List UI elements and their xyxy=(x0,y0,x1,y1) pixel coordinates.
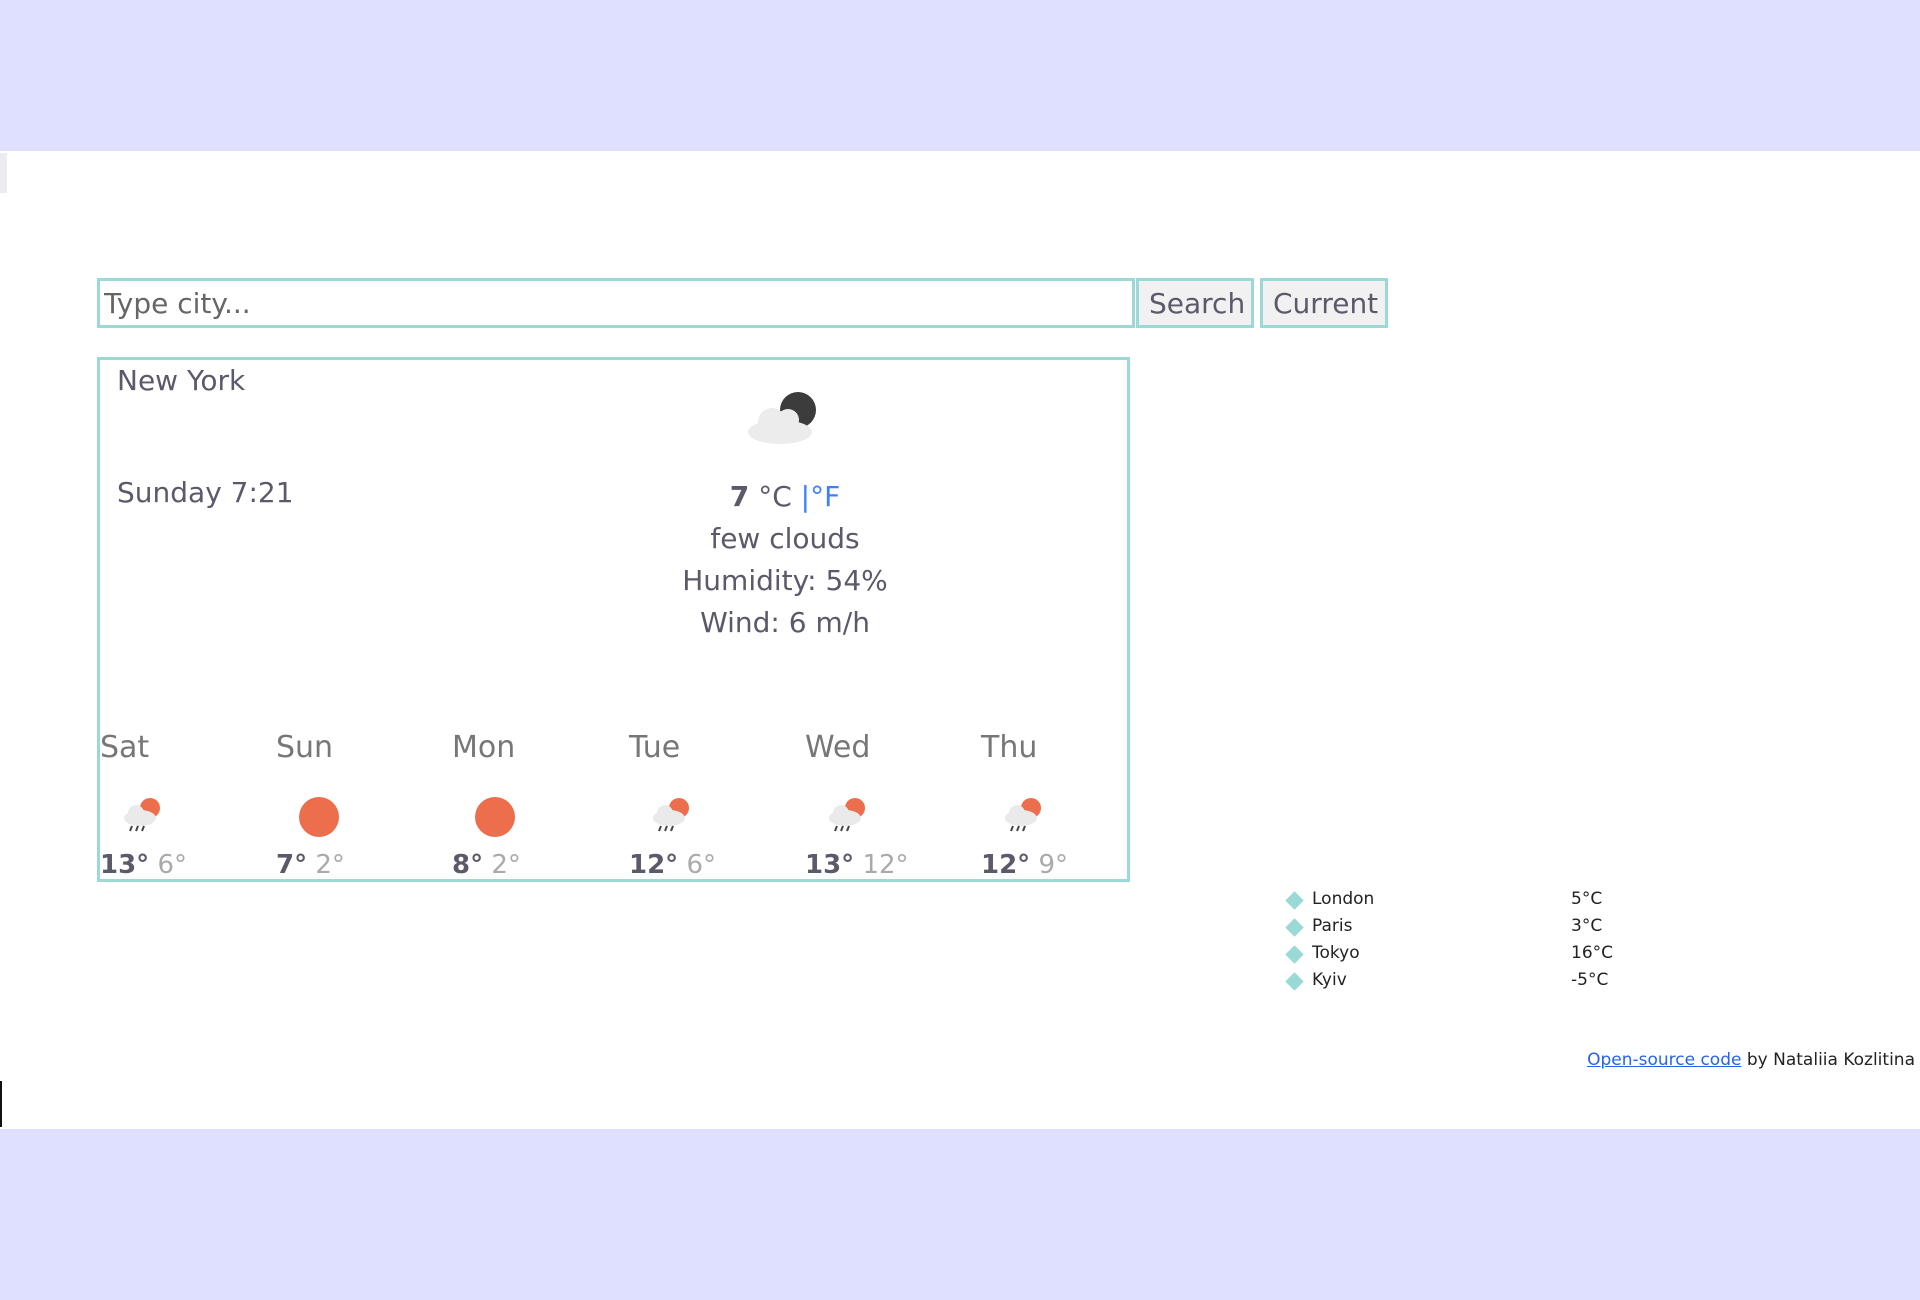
current-temperature: 7 xyxy=(729,480,750,513)
forecast-day-name: Mon xyxy=(452,730,516,765)
city-list-item[interactable]: Paris 3°C xyxy=(1285,916,1635,943)
forecast-temps: 8° 2° xyxy=(452,850,521,880)
forecast-day: Wed 13° 12° xyxy=(805,730,975,880)
wind: Wind: 6 m/h xyxy=(700,606,870,639)
temperature-line: 7 °C |°F xyxy=(660,476,910,518)
forecast-max: 8° xyxy=(452,850,484,880)
city-list-name: London xyxy=(1312,889,1375,909)
search-button[interactable]: Search xyxy=(1136,278,1254,328)
forecast-min: 2° xyxy=(491,850,521,880)
forecast-min: 6° xyxy=(157,850,187,880)
celsius-unit-link[interactable]: °C xyxy=(758,480,792,513)
city-list-name: Tokyo xyxy=(1312,943,1360,963)
city-list-item[interactable]: London 5°C xyxy=(1285,889,1635,916)
forecast-day: Mon 8° 2° xyxy=(452,730,622,880)
city-list-name: Paris xyxy=(1312,916,1353,936)
forecast-min: 9° xyxy=(1038,850,1068,880)
forecast-min: 6° xyxy=(686,850,716,880)
current-location-button[interactable]: Current xyxy=(1260,278,1388,328)
forecast-temps: 13° 12° xyxy=(805,850,909,880)
forecast-day-name: Wed xyxy=(805,730,871,765)
forecast-max: 13° xyxy=(100,850,150,880)
source-code-link[interactable]: Open-source code xyxy=(1587,1050,1741,1070)
forecast-min: 12° xyxy=(862,850,909,880)
forecast-day: Thu 12° 9° xyxy=(981,730,1151,880)
forecast-day-name: Sat xyxy=(100,730,150,765)
rain-sun-icon xyxy=(653,798,689,832)
forecast-day-name: Tue xyxy=(629,730,681,765)
current-conditions: 7 °C |°F few clouds Humidity: 54% Wind: … xyxy=(660,476,910,644)
date-time: Sunday 7:21 xyxy=(117,476,294,509)
weather-card: New York Sunday 7:21 7 °C |°F few clouds… xyxy=(97,357,1130,882)
rain-sun-icon xyxy=(124,798,160,832)
city-list-name: Kyiv xyxy=(1312,970,1347,990)
text-caret xyxy=(0,1081,2,1127)
diamond-bullet-icon xyxy=(1285,945,1304,964)
forecast-min: 2° xyxy=(315,850,345,880)
forecast-day-name: Thu xyxy=(981,730,1038,765)
humidity: Humidity: 54% xyxy=(682,564,888,597)
forecast-day: Sun 7° 2° xyxy=(276,730,446,880)
city-list-item[interactable]: Tokyo 16°C xyxy=(1285,943,1635,970)
city-search-input[interactable] xyxy=(97,278,1135,328)
forecast-day-name: Sun xyxy=(276,730,334,765)
fahrenheit-unit-link[interactable]: °F xyxy=(810,480,840,513)
footer: Open-source code by Nataliia Kozlitina xyxy=(1587,1050,1915,1070)
city-list-item[interactable]: Kyiv -5°C xyxy=(1285,970,1635,997)
rain-sun-icon xyxy=(1005,798,1041,832)
forecast-temps: 12° 6° xyxy=(629,850,716,880)
forecast: Sat 13° 6° Sun 7° 2° Mon 8° 2° Tue 12° 6… xyxy=(100,730,1130,880)
diamond-bullet-icon xyxy=(1285,891,1304,910)
forecast-temps: 13° 6° xyxy=(100,850,187,880)
weather-description: few clouds xyxy=(710,522,860,555)
forecast-max: 12° xyxy=(629,850,679,880)
city-list-temp: 5°C xyxy=(1571,889,1603,909)
rain-sun-icon xyxy=(829,798,865,832)
city-list-temp: -5°C xyxy=(1571,970,1609,990)
edge-mark xyxy=(0,153,7,193)
sun-icon xyxy=(475,797,515,837)
forecast-day: Tue 12° 6° xyxy=(629,730,799,880)
sun-icon xyxy=(299,797,339,837)
footer-credit: by Nataliia Kozlitina xyxy=(1741,1050,1915,1070)
page: Search Current New York Sunday 7:21 7 °C… xyxy=(0,151,1920,1129)
forecast-temps: 12° 9° xyxy=(981,850,1068,880)
forecast-temps: 7° 2° xyxy=(276,850,345,880)
city-list-temp: 3°C xyxy=(1571,916,1603,936)
diamond-bullet-icon xyxy=(1285,972,1304,991)
city-name: New York xyxy=(117,364,246,397)
forecast-max: 7° xyxy=(276,850,308,880)
unit-separator: | xyxy=(800,480,811,513)
few-clouds-night-icon xyxy=(748,392,816,444)
forecast-day: Sat 13° 6° xyxy=(100,730,270,880)
city-list-temp: 16°C xyxy=(1571,943,1614,963)
city-list: London 5°C Paris 3°C Tokyo 16°C Kyiv -5°… xyxy=(1285,889,1635,997)
forecast-max: 13° xyxy=(805,850,855,880)
forecast-max: 12° xyxy=(981,850,1031,880)
diamond-bullet-icon xyxy=(1285,918,1304,937)
